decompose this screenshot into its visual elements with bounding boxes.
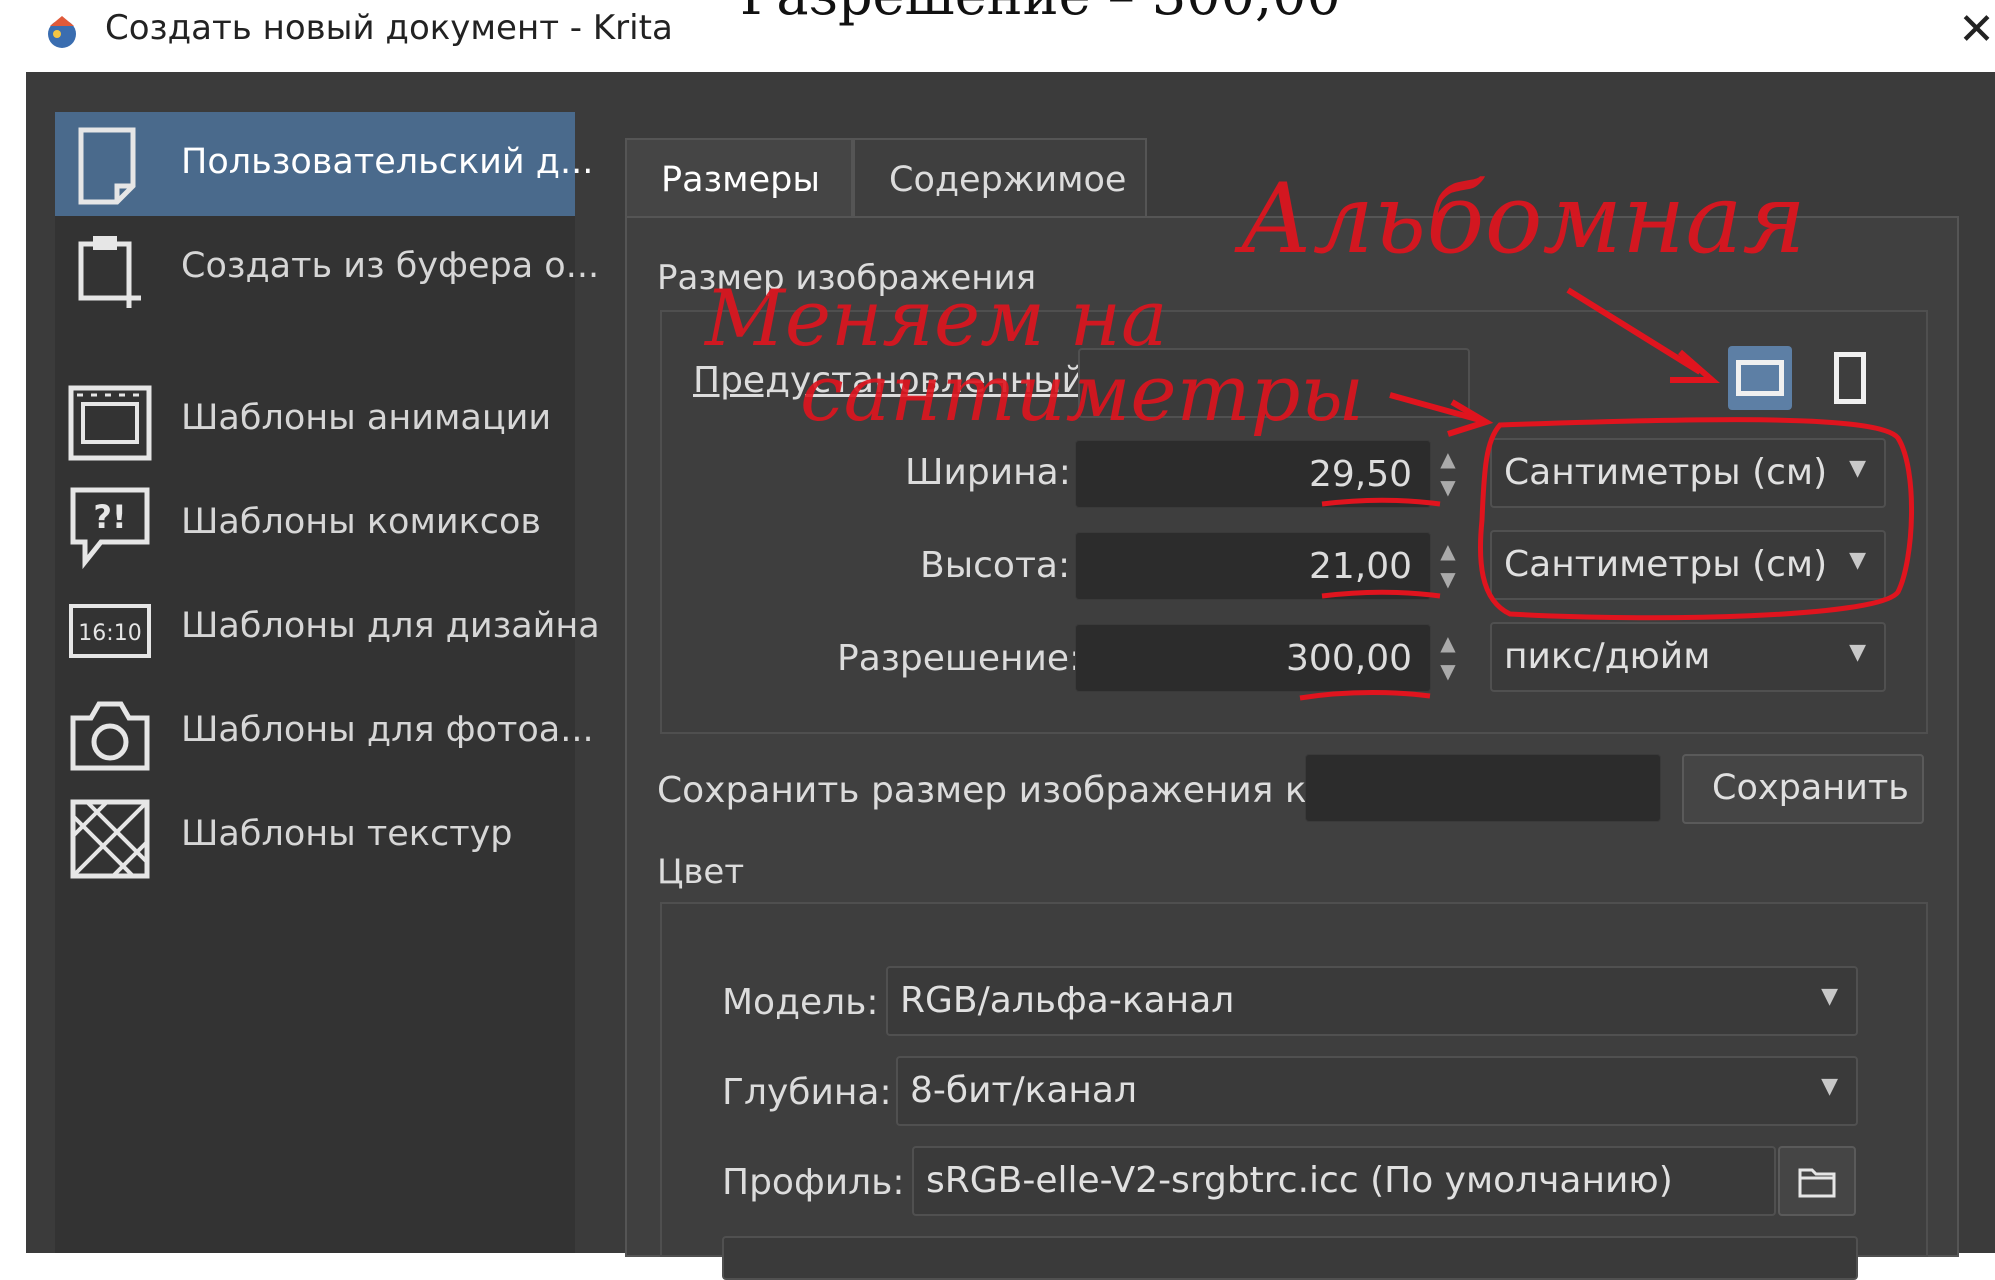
sidebar-item-from-clipboard[interactable]: Создать из буфера о... — [55, 216, 599, 320]
tab-content[interactable]: Содержимое — [853, 138, 1147, 218]
aspect-ratio-16-10-icon: 16:10 — [69, 604, 151, 658]
profile-label: Профиль: — [722, 1162, 905, 1203]
partial-bottom-control — [722, 1236, 1858, 1280]
preset-label: Предустановленный: — [693, 360, 1097, 401]
sidebar-item-custom-document[interactable]: Пользовательский д... — [55, 112, 593, 216]
tab-dimensions-label: Размеры — [661, 160, 820, 200]
height-unit-value: Сантиметры (см) — [1504, 544, 1828, 585]
model-label: Модель: — [722, 982, 879, 1023]
landscape-icon — [1736, 360, 1784, 396]
height-value: 21,00 — [1308, 546, 1412, 587]
save-size-label: Сохранить размер изображения как: — [657, 770, 1363, 811]
sidebar-item-label: Пользовательский д... — [181, 142, 594, 182]
height-unit-select[interactable]: Сантиметры (см) ▼ — [1490, 530, 1886, 600]
chevron-down-icon: ▼ — [1849, 548, 1866, 573]
save-size-button[interactable]: Сохранить — [1682, 754, 1924, 824]
resolution-value: 300,00 — [1286, 638, 1412, 679]
height-input[interactable]: 21,00 ▲ ▼ — [1075, 532, 1456, 600]
landscape-orientation-button[interactable] — [1728, 346, 1792, 410]
tab-content-label: Содержимое — [889, 160, 1127, 200]
image-size-group-label: Размер изображения — [657, 258, 1037, 298]
sidebar-item-design-templates[interactable]: 16:10 Шаблоны для дизайна — [55, 576, 600, 680]
resolution-input[interactable]: 300,00 ▲ ▼ — [1075, 624, 1456, 692]
width-label: Ширина: — [905, 452, 1071, 493]
color-profile-value: sRGB-elle-V2-srgbtrc.icc (По умолчанию) — [926, 1160, 1673, 1201]
height-label: Высота: — [920, 545, 1071, 586]
sidebar-item-label: Шаблоны анимации — [181, 398, 552, 438]
depth-label: Глубина: — [722, 1072, 892, 1113]
template-sidebar: Пользовательский д... Создать из буфера … — [55, 112, 600, 1253]
title-bar: Создать новый документ - Krita Разрешени… — [0, 0, 1995, 72]
sidebar-item-photo-templates[interactable]: Шаблоны для фотоа... — [55, 680, 594, 784]
sidebar-item-animation-templates[interactable]: Шаблоны анимации — [55, 368, 575, 472]
width-value: 29,50 — [1308, 454, 1412, 495]
sidebar-item-label: Шаблоны текстур — [181, 814, 513, 854]
color-model-select[interactable]: RGB/альфа-канал ▼ — [886, 966, 1858, 1036]
portrait-orientation-button[interactable] — [1818, 346, 1882, 410]
height-spinner-icon[interactable]: ▲ ▼ — [1434, 537, 1462, 595]
sidebar-item-label: Шаблоны комиксов — [181, 502, 542, 542]
resolution-unit-value: пикс/дюйм — [1504, 636, 1711, 677]
chevron-down-icon: ▼ — [1821, 1074, 1838, 1099]
texture-icon — [70, 799, 150, 879]
tab-dimensions[interactable]: Размеры — [625, 138, 853, 218]
animation-template-icon — [68, 385, 152, 461]
color-depth-value: 8-бит/канал — [910, 1070, 1138, 1111]
preset-select[interactable] — [1078, 348, 1470, 418]
window-title: Создать новый документ - Krita — [105, 8, 673, 48]
folder-icon — [1798, 1168, 1836, 1198]
resolution-label: Разрешение: — [837, 638, 1082, 679]
width-unit-value: Сантиметры (см) — [1504, 452, 1828, 493]
save-size-input[interactable] — [1305, 754, 1661, 822]
width-unit-select[interactable]: Сантиметры (см) ▼ — [1490, 438, 1886, 508]
width-spinner-icon[interactable]: ▲ ▼ — [1434, 445, 1462, 503]
sidebar-item-label: Создать из буфера о... — [181, 246, 600, 286]
comic-speech-bubble-icon: ?! — [70, 487, 150, 570]
sidebar-item-comic-templates[interactable]: ?! Шаблоны комиксов — [55, 472, 575, 576]
comic-icon-text: ?! — [93, 498, 126, 536]
browse-profile-button[interactable] — [1778, 1146, 1856, 1216]
chevron-down-icon: ▼ — [1849, 640, 1866, 665]
color-group-label: Цвет — [657, 852, 745, 892]
resolution-unit-select[interactable]: пикс/дюйм ▼ — [1490, 622, 1886, 692]
chevron-down-icon: ▼ — [1849, 456, 1866, 481]
sidebar-item-texture-templates[interactable]: Шаблоны текстур — [55, 784, 575, 888]
preset-label-text: Предустановленный: — [693, 360, 1098, 401]
resolution-spinner-icon[interactable]: ▲ ▼ — [1434, 629, 1462, 687]
camera-icon — [70, 701, 150, 771]
sidebar-item-label: Шаблоны для дизайна — [181, 606, 600, 646]
sidebar-item-label: Шаблоны для фотоа... — [181, 710, 594, 750]
blank-document-icon — [78, 127, 136, 205]
color-model-value: RGB/альфа-канал — [900, 980, 1235, 1021]
portrait-icon — [1834, 352, 1866, 404]
width-input[interactable]: 29,50 ▲ ▼ — [1075, 440, 1456, 508]
overlay-caption: Разрешение – 300,00 — [740, 0, 1341, 27]
clipboard-document-icon — [78, 236, 141, 308]
color-profile-select[interactable]: sRGB-elle-V2-srgbtrc.icc (По умолчанию) — [912, 1146, 1776, 1216]
close-icon[interactable]: ✕ — [1958, 4, 1995, 55]
color-depth-select[interactable]: 8-бит/канал ▼ — [896, 1056, 1858, 1126]
chevron-down-icon: ▼ — [1821, 984, 1838, 1009]
design-icon-text: 16:10 — [78, 621, 141, 646]
krita-app-icon — [48, 16, 76, 48]
save-size-button-label: Сохранить — [1712, 768, 1909, 808]
